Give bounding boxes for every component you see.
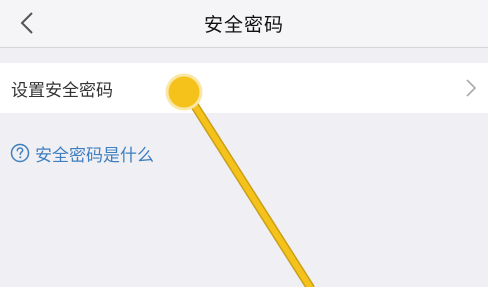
annotation-marker — [165, 73, 203, 111]
annotation-overlay — [165, 73, 315, 287]
